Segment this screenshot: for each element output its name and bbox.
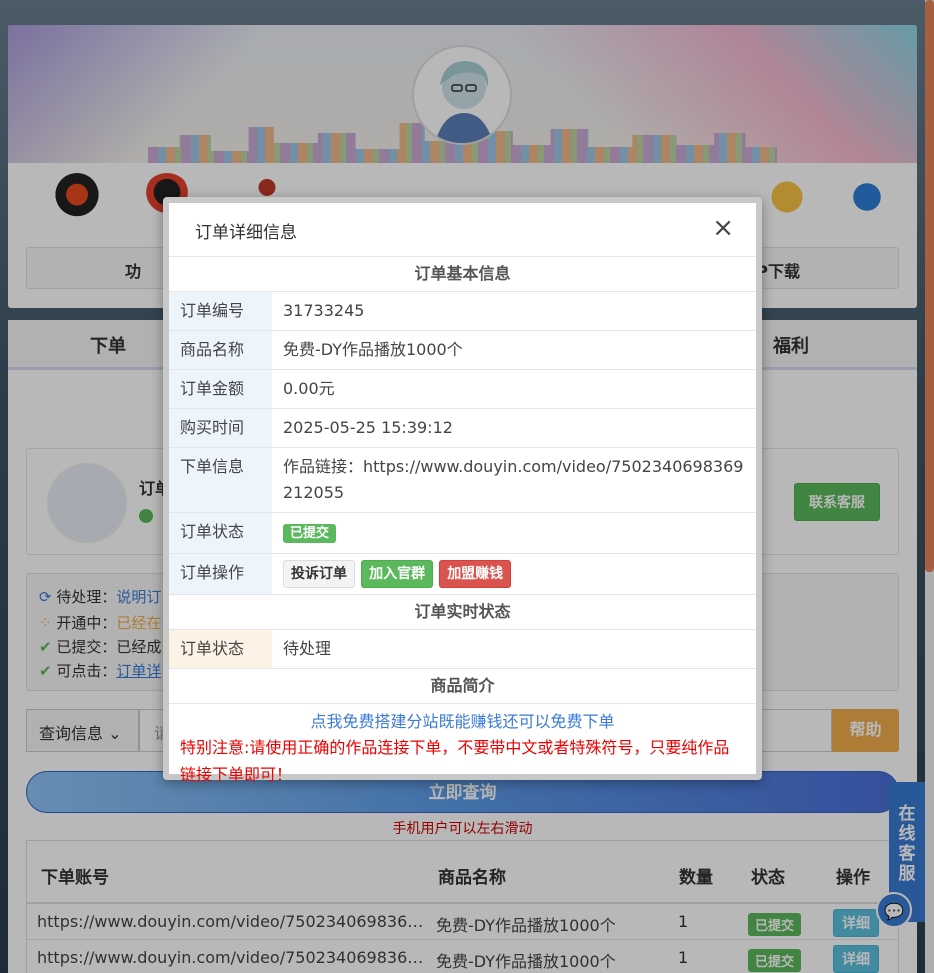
field-order-no: 订单编号 31733245 bbox=[169, 291, 756, 331]
time-value: 2025-05-25 15:39:12 bbox=[272, 408, 756, 448]
complain-order-button[interactable]: 投诉订单 bbox=[283, 560, 355, 588]
modal-title: 订单详细信息 bbox=[195, 223, 297, 243]
field-status: 订单状态 已提交 bbox=[169, 512, 756, 554]
join-group-button[interactable]: 加入官群 bbox=[361, 560, 434, 588]
modal-header: 订单详细信息 × bbox=[169, 203, 756, 257]
section-title-realtime: 订单实时状态 bbox=[169, 594, 756, 630]
realtime-status-value: 待处理 bbox=[272, 629, 756, 669]
order-info-value: 作品链接：https://www.douyin.com/video/750234… bbox=[272, 447, 756, 513]
order-detail-modal: 订单详细信息 × 订单基本信息 订单编号 31733245 商品名称 免费-DY… bbox=[163, 197, 762, 784]
field-amount: 订单金额 0.00元 bbox=[169, 369, 756, 409]
partner-earn-button[interactable]: 加盟赚钱 bbox=[439, 560, 512, 588]
order-info-table: 订单基本信息 订单编号 31733245 商品名称 免费-DY作品播放1000个… bbox=[169, 257, 756, 703]
order-no-value: 31733245 bbox=[272, 291, 756, 331]
field-order-info: 下单信息 作品链接：https://www.douyin.com/video/7… bbox=[169, 447, 756, 513]
close-icon[interactable]: × bbox=[712, 215, 734, 241]
product-value: 免费-DY作品播放1000个 bbox=[272, 330, 756, 370]
section-title-intro: 商品简介 bbox=[169, 668, 756, 703]
section-title-basic: 订单基本信息 bbox=[414, 264, 511, 283]
field-time: 购买时间 2025-05-25 15:39:12 bbox=[169, 408, 756, 448]
field-operations: 订单操作 投诉订单 加入官群 加盟赚钱 bbox=[169, 553, 756, 595]
amount-value: 0.00元 bbox=[272, 369, 756, 409]
field-product: 商品名称 免费-DY作品播放1000个 bbox=[169, 330, 756, 370]
status-badge: 已提交 bbox=[283, 524, 337, 543]
field-realtime-status: 订单状态 待处理 bbox=[169, 629, 756, 669]
intro-warning-text: 特别注意:请使用正确的作品连接下单，不要带中文或者特殊符号，只要纯作品链接下单即… bbox=[180, 738, 730, 784]
build-substation-link[interactable]: 点我免费搭建分站既能赚钱还可以免费下单 bbox=[169, 704, 756, 732]
